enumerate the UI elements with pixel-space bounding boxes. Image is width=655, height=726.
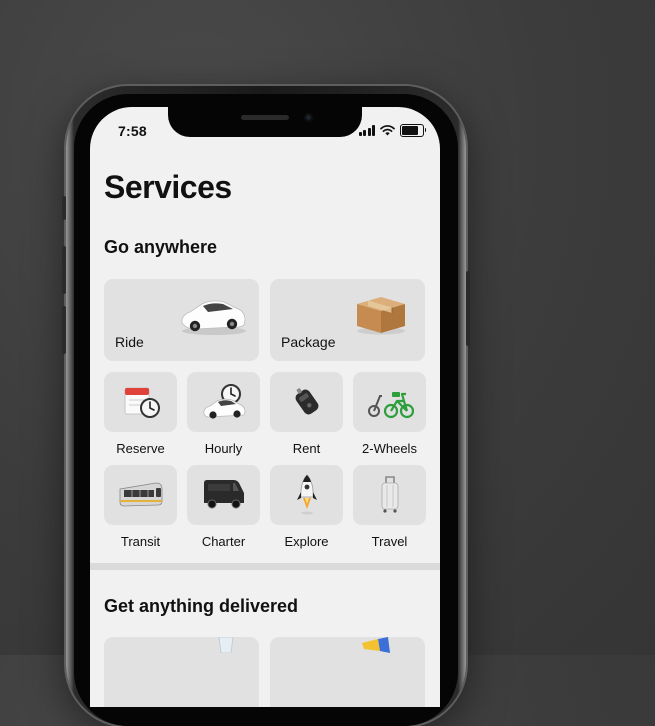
volume-up-button — [62, 246, 66, 294]
wifi-icon — [380, 125, 395, 136]
megaphone-icon — [362, 637, 390, 653]
travel-tile[interactable] — [353, 465, 426, 525]
reserve-label: Reserve — [116, 441, 165, 456]
luggage-icon — [381, 476, 399, 513]
page-title: Services — [104, 169, 232, 205]
reserve-tile[interactable] — [104, 372, 177, 432]
status-time: 7:58 — [118, 123, 147, 139]
travel-label: Travel — [371, 534, 408, 549]
section-title-delivered: Get anything delivered — [104, 596, 299, 616]
hourly-tile[interactable] — [187, 372, 260, 432]
battery-icon — [400, 124, 426, 137]
notch — [168, 107, 362, 137]
charter-tile[interactable] — [187, 465, 260, 525]
signal-icon — [358, 125, 375, 136]
package-label: Package — [281, 334, 336, 350]
rocket-icon — [297, 474, 317, 515]
explore-label: Explore — [284, 534, 329, 549]
hourly-label: Hourly — [204, 441, 243, 456]
rent-label: Rent — [292, 441, 321, 456]
transit-tile[interactable] — [104, 465, 177, 525]
power-button — [466, 271, 470, 346]
silent-switch — [62, 196, 66, 220]
section-title-go-anywhere: Go anywhere — [104, 237, 218, 257]
ride-tile[interactable]: Ride — [104, 279, 259, 361]
delivery-tile-2[interactable] — [270, 637, 425, 707]
status-icons — [358, 124, 426, 137]
delivery-tile-1[interactable] — [104, 637, 259, 707]
section-divider — [90, 563, 440, 570]
two-wheels-label: 2-Wheels — [362, 441, 417, 456]
bike-scooter-icon — [368, 392, 414, 419]
two-wheels-tile[interactable] — [353, 372, 426, 432]
calendar-clock-icon — [124, 387, 160, 418]
front-camera — [304, 113, 313, 122]
phone-screen: 7:58 Services Go anywhere Ride Package R… — [90, 107, 440, 707]
speaker — [241, 115, 289, 120]
van-icon — [204, 480, 244, 509]
volume-down-button — [62, 306, 66, 354]
explore-tile[interactable] — [270, 465, 343, 525]
package-icon — [357, 297, 405, 335]
charter-label: Charter — [201, 534, 246, 549]
car-icon — [181, 300, 246, 335]
transit-label: Transit — [120, 534, 161, 549]
car-clock-icon — [203, 384, 246, 419]
train-icon — [119, 482, 163, 507]
drink-cup-icon — [218, 637, 234, 653]
ride-label: Ride — [115, 334, 144, 350]
rent-tile[interactable] — [270, 372, 343, 432]
package-tile[interactable]: Package — [270, 279, 425, 361]
car-key-icon — [295, 388, 319, 415]
